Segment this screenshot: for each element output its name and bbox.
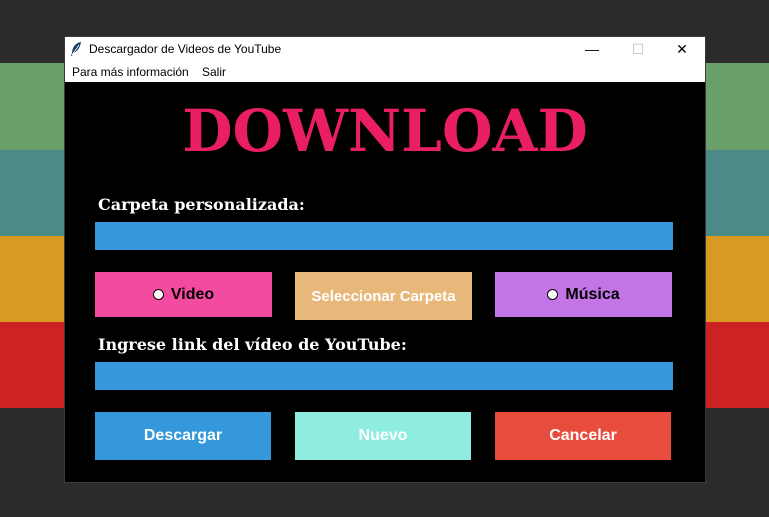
select-folder-button[interactable]: Seleccionar Carpeta: [295, 272, 472, 320]
app-window: Descargador de Videos de YouTube — ☐ ✕ P…: [65, 37, 705, 482]
menu-bar: Para más información Salir: [65, 61, 705, 82]
maximize-button[interactable]: ☐: [615, 37, 661, 61]
title-bar[interactable]: Descargador de Videos de YouTube — ☐ ✕: [65, 37, 705, 61]
minimize-button[interactable]: —: [569, 37, 615, 61]
video-radio[interactable]: Video: [95, 272, 272, 317]
window-title: Descargador de Videos de YouTube: [89, 42, 282, 56]
music-radio[interactable]: Música: [495, 272, 672, 317]
link-input[interactable]: [95, 362, 673, 390]
close-button[interactable]: ✕: [659, 37, 705, 61]
feather-icon: [71, 42, 81, 56]
new-button[interactable]: Nuevo: [295, 412, 471, 460]
minimize-icon: —: [585, 41, 599, 57]
page-title: DOWNLOAD: [182, 97, 588, 165]
video-radio-label: Video: [170, 285, 215, 303]
folder-input[interactable]: [95, 222, 673, 250]
cancel-button[interactable]: Cancelar: [495, 412, 671, 460]
radio-dot-icon: [547, 289, 559, 300]
link-label: Ingrese link del vídeo de YouTube:: [98, 335, 407, 354]
menu-more-info[interactable]: Para más información: [72, 65, 189, 79]
music-radio-label: Música: [565, 285, 620, 303]
download-button[interactable]: Descargar: [95, 412, 271, 460]
radio-dot-icon: [152, 289, 164, 300]
menu-exit[interactable]: Salir: [202, 65, 226, 79]
maximize-icon: ☐: [631, 40, 645, 57]
folder-label: Carpeta personalizada:: [98, 195, 305, 214]
close-icon: ✕: [676, 40, 688, 57]
